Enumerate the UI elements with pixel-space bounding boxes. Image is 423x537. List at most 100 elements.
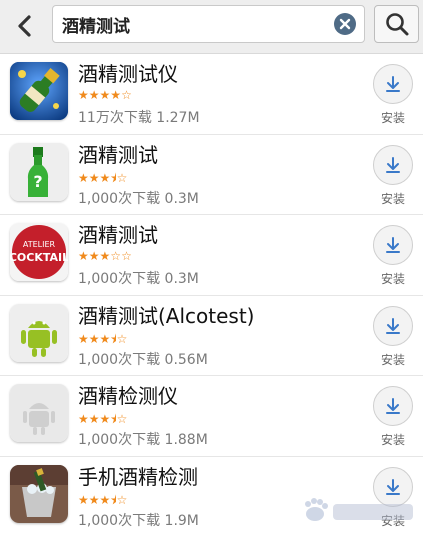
svg-text:COCKTAIL: COCKTAIL (10, 251, 68, 264)
rating-stars: ★★★⯨☆ (78, 330, 127, 351)
star-full-icon: ★ (78, 249, 89, 263)
download-count: 11万次下载 (78, 110, 152, 126)
star-full-icon: ★ (100, 88, 111, 102)
install-label[interactable]: 安装 (373, 190, 413, 207)
close-icon (339, 18, 351, 30)
star-full-icon: ★ (78, 412, 89, 426)
ice-bucket-icon[interactable] (10, 465, 68, 523)
app-meta: 1,000次下载 1.9M (78, 510, 199, 530)
app-meta: 1,000次下载 0.56M (78, 349, 208, 369)
star-full-icon: ★ (110, 88, 121, 102)
star-full-icon: ★ (89, 412, 100, 426)
download-arrow-icon (384, 317, 402, 335)
search-input[interactable] (62, 6, 322, 42)
list-item[interactable]: ATELIER COCKTAIL 酒精测试 ★★★☆☆ 1,000次下载 0.3… (0, 215, 423, 296)
download-arrow-icon (384, 156, 402, 174)
star-half-icon: ⯨ (110, 493, 116, 507)
chevron-left-icon (16, 14, 34, 38)
list-item[interactable]: 酒精检测仪 ★★★⯨☆ 1,000次下载 1.88M 安装 (0, 376, 423, 457)
star-half-icon: ⯨ (110, 171, 116, 185)
search-button[interactable] (374, 5, 419, 43)
app-size: 1.88M (165, 432, 208, 448)
app-size: 0.56M (165, 352, 208, 368)
baidu-watermark-logo (299, 494, 419, 530)
star-full-icon: ★ (78, 493, 89, 507)
star-full-icon: ★ (89, 493, 100, 507)
search-icon (384, 11, 410, 37)
star-half-icon: ⯨ (110, 332, 116, 346)
download-arrow-icon (384, 397, 402, 415)
star-empty-icon: ☆ (117, 171, 128, 185)
app-name[interactable]: 酒精测试(Alcotest) (78, 300, 254, 329)
star-full-icon: ★ (89, 171, 100, 185)
app-size: 0.3M (165, 271, 199, 287)
download-count: 1,000次下载 (78, 191, 160, 207)
star-empty-icon: ☆ (121, 88, 132, 102)
app-name[interactable]: 酒精测试仪 (78, 58, 178, 87)
star-full-icon: ★ (78, 332, 89, 346)
rating-stars: ★★★★☆ (78, 88, 132, 102)
star-empty-icon: ☆ (117, 493, 128, 507)
star-empty-icon: ☆ (117, 412, 128, 426)
app-size: 1.9M (165, 513, 199, 529)
download-count: 1,000次下载 (78, 271, 160, 287)
download-arrow-icon (384, 478, 402, 496)
star-full-icon: ★ (89, 249, 100, 263)
app-result-list: 酒精测试仪 ★★★★☆ 11万次下载 1.27M 安装 ? 酒精测试 ★★★⯨☆ (0, 54, 423, 537)
download-count: 1,000次下载 (78, 432, 160, 448)
rating-stars: ★★★⯨☆ (78, 410, 127, 431)
app-size: 1.27M (156, 110, 199, 126)
app-name[interactable]: 酒精测试 (78, 139, 158, 168)
champagne-bottle-icon[interactable] (10, 62, 68, 120)
download-count: 1,000次下载 (78, 513, 160, 529)
download-count: 1,000次下载 (78, 352, 160, 368)
star-full-icon: ★ (89, 88, 100, 102)
star-full-icon: ★ (78, 88, 89, 102)
star-full-icon: ★ (100, 249, 111, 263)
rating-stars: ★★★⯨☆ (78, 169, 127, 190)
back-button[interactable] (6, 9, 44, 43)
star-full-icon: ★ (100, 412, 111, 426)
list-item[interactable]: 酒精测试(Alcotest) ★★★⯨☆ 1,000次下载 0.56M 安装 (0, 296, 423, 377)
app-size: 0.3M (165, 191, 199, 207)
app-meta: 11万次下载 1.27M (78, 107, 200, 127)
install-button[interactable] (373, 225, 413, 265)
search-field[interactable] (52, 5, 365, 43)
star-full-icon: ★ (78, 171, 89, 185)
star-full-icon: ★ (89, 332, 100, 346)
app-meta: 1,000次下载 1.88M (78, 429, 208, 449)
svg-text:ATELIER: ATELIER (23, 240, 56, 249)
install-label[interactable]: 安装 (373, 431, 413, 448)
app-name[interactable]: 酒精检测仪 (78, 380, 178, 409)
install-label[interactable]: 安装 (373, 109, 413, 126)
list-item[interactable]: ? 酒精测试 ★★★⯨☆ 1,000次下载 0.3M 安装 (0, 135, 423, 216)
star-empty-icon: ☆ (121, 249, 132, 263)
star-full-icon: ★ (100, 332, 111, 346)
star-empty-icon: ☆ (117, 332, 128, 346)
install-label[interactable]: 安装 (373, 351, 413, 368)
atelier-cocktail-icon[interactable]: ATELIER COCKTAIL (10, 223, 68, 281)
android-placeholder-icon[interactable] (10, 384, 68, 442)
star-full-icon: ★ (100, 493, 111, 507)
app-meta: 1,000次下载 0.3M (78, 188, 199, 208)
star-half-icon: ⯨ (110, 412, 116, 426)
svg-text:?: ? (33, 172, 42, 191)
download-arrow-icon (384, 75, 402, 93)
app-name[interactable]: 酒精测试 (78, 219, 158, 248)
app-meta: 1,000次下载 0.3M (78, 268, 199, 288)
install-button[interactable] (373, 64, 413, 104)
install-label[interactable]: 安装 (373, 270, 413, 287)
install-button[interactable] (373, 145, 413, 185)
rating-stars: ★★★☆☆ (78, 249, 132, 263)
rating-stars: ★★★⯨☆ (78, 491, 127, 512)
clear-search-button[interactable] (334, 13, 356, 35)
android-robot-icon[interactable] (10, 304, 68, 362)
download-arrow-icon (384, 236, 402, 254)
star-empty-icon: ☆ (110, 249, 121, 263)
search-toolbar (0, 0, 423, 54)
list-item[interactable]: 酒精测试仪 ★★★★☆ 11万次下载 1.27M 安装 (0, 54, 423, 135)
install-button[interactable] (373, 306, 413, 346)
install-button[interactable] (373, 386, 413, 426)
green-bottle-icon[interactable]: ? (10, 143, 68, 201)
app-name[interactable]: 手机酒精检测 (78, 461, 198, 490)
